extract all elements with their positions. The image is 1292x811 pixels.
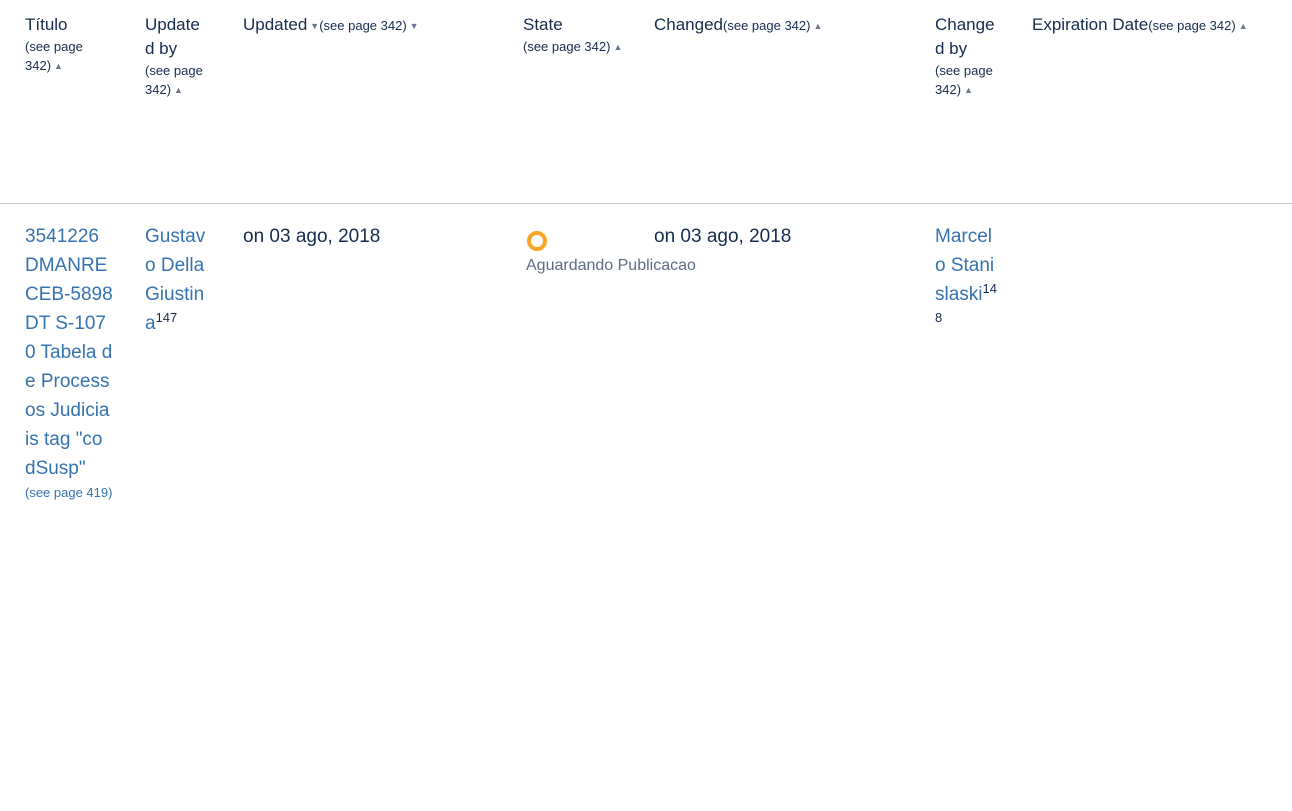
table-row-updated-cell: on 03 ago, 2018: [243, 222, 505, 251]
page-title-link[interactable]: 3541226 DMANRECEB-5898 DT S-1070 Tabela …: [25, 222, 113, 483]
column-header-titulo[interactable]: Título (see page 342) ▲: [25, 13, 113, 76]
sort-ascending-icon[interactable]: ▲: [54, 61, 63, 71]
updated-date: on 03 ago, 2018: [243, 226, 381, 247]
header-divider: [0, 203, 1292, 204]
see-page-ref: (see page 342): [1148, 18, 1236, 33]
column-header-label: Expiration Date: [1032, 15, 1149, 34]
see-page-ref[interactable]: (see page 419): [25, 483, 113, 502]
column-header-label: Changed: [654, 15, 724, 34]
column-header-state[interactable]: State (see page 342) ▲: [523, 13, 638, 57]
column-header-updated-by[interactable]: Updated by (see page 342) ▲: [145, 13, 207, 100]
column-header-label: Changed by: [935, 15, 995, 58]
see-page-ref: (see page 342): [723, 18, 811, 33]
sort-ascending-icon[interactable]: ▲: [174, 85, 183, 95]
column-header-expiration-date[interactable]: Expiration Date(see page 342) ▲: [1032, 13, 1272, 37]
sort-descending-icon[interactable]: ▼: [410, 21, 419, 31]
changed-date: on 03 ago, 2018: [654, 226, 792, 247]
table-row-changed-cell: on 03 ago, 2018: [654, 222, 916, 251]
sort-ascending-icon[interactable]: ▲: [813, 21, 822, 31]
see-page-ref: (see page 342): [319, 18, 407, 33]
sort-ascending-icon[interactable]: ▲: [613, 42, 622, 52]
footnote-ref: 147: [155, 310, 178, 325]
status-label: Aguardando Publicacao: [526, 257, 696, 274]
table-row-updated-by-cell: Gustavo Della Giustina147: [145, 222, 207, 338]
column-header-changed[interactable]: Changed(see page 342) ▲: [654, 13, 916, 37]
sort-descending-icon[interactable]: ▼: [310, 21, 319, 31]
user-link-updated-by[interactable]: Gustavo Della Giustina147: [145, 222, 207, 338]
user-link-changed-by[interactable]: Marcelo Stanislaski148: [935, 222, 997, 338]
column-header-label: Título: [25, 15, 68, 34]
sort-ascending-icon[interactable]: ▲: [964, 85, 973, 95]
see-page-ref: (see page 342): [523, 39, 611, 54]
status-indicator-icon: [527, 231, 547, 251]
column-header-label: Updated: [243, 15, 308, 34]
sort-ascending-icon[interactable]: ▲: [1239, 21, 1248, 31]
table-row-title-cell: 3541226 DMANRECEB-5898 DT S-1070 Tabela …: [25, 222, 113, 502]
column-header-changed-by[interactable]: Changed by (see page 342) ▲: [935, 13, 997, 100]
column-header-updated[interactable]: Updated ▼(see page 342) ▼: [243, 13, 505, 37]
table-row-changed-by-cell: Marcelo Stanislaski148: [935, 222, 997, 338]
column-header-label: State: [523, 15, 563, 34]
column-header-label: Updated by: [145, 15, 200, 58]
